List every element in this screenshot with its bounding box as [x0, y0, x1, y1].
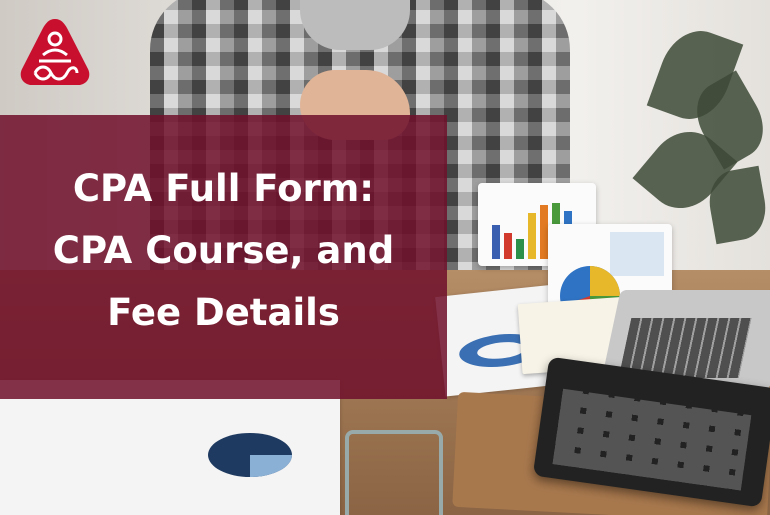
brand-logo-icon[interactable]: [17, 15, 93, 91]
pie-chart-paper-icon: [208, 433, 292, 477]
title-line-1: CPA Full Form:: [72, 167, 375, 210]
calculator-keys: [552, 388, 752, 491]
page-title: CPA Full Form: CPA Course, and Fee Detai…: [0, 158, 447, 344]
clipboard-clip: [345, 430, 443, 515]
title-line-3: Fee Details: [107, 291, 340, 334]
title-line-2: CPA Course, and: [52, 229, 395, 272]
